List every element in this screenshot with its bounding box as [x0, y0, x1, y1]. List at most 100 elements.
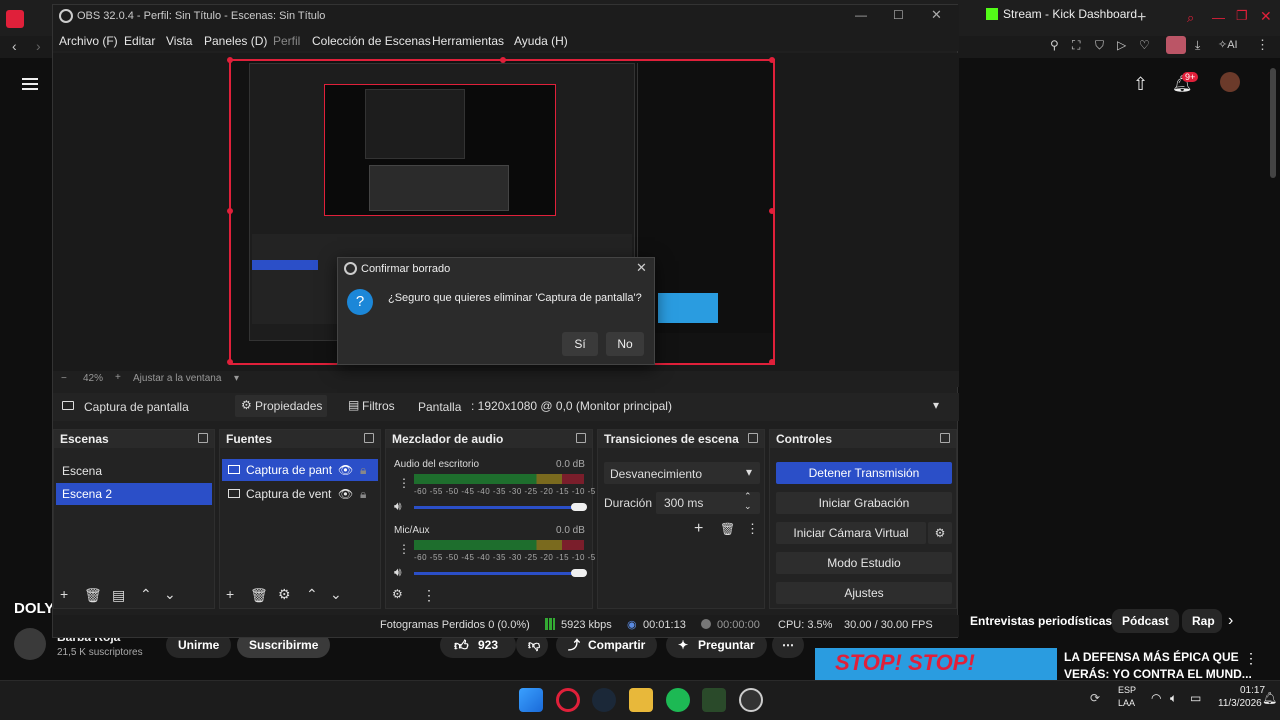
filter-icon[interactable]: ▤ — [112, 587, 125, 604]
lock-icon[interactable]: 🔒︎ — [360, 459, 366, 481]
play-icon[interactable]: ▷ — [1117, 38, 1126, 52]
spotify-icon[interactable] — [666, 688, 690, 712]
stop-streaming-button[interactable]: Detener Transmisión — [776, 462, 952, 484]
start-recording-button[interactable]: Iniciar Grabación — [776, 492, 952, 514]
close-icon[interactable]: ✕ — [931, 7, 942, 23]
channel-menu-icon[interactable]: ⋮ — [398, 542, 410, 556]
shield-icon[interactable]: ⛉ — [1095, 38, 1104, 53]
dock-float-icon[interactable] — [576, 433, 586, 443]
input-language[interactable]: ESP — [1118, 685, 1136, 695]
maximize-icon[interactable]: ☐ — [893, 8, 904, 22]
add-icon[interactable]: + — [226, 586, 234, 602]
clock-date[interactable]: 11/3/2026 — [1218, 698, 1262, 709]
avatar[interactable] — [1166, 36, 1186, 54]
cloud-sync-icon[interactable]: ⟳ — [1090, 691, 1100, 705]
chip-podcast[interactable]: Pódcast — [1112, 609, 1179, 633]
source-item[interactable]: Captura de panta 👁︎ 🔒︎ — [222, 459, 378, 481]
menu-docks[interactable]: Paneles (D) — [204, 34, 267, 48]
obs-titlebar[interactable]: OBS 32.0.4 - Perfil: Sin Título - Escena… — [53, 5, 959, 29]
search-icon[interactable]: ⌕ — [1187, 10, 1194, 26]
minimize-icon[interactable]: — — [1212, 10, 1225, 25]
menu-help[interactable]: Ayuda (H) — [514, 34, 568, 48]
add-icon[interactable]: + — [694, 520, 703, 538]
resize-handle[interactable] — [227, 359, 233, 365]
rec-title-line2[interactable]: VERÁS: YO CONTRA EL MUND... — [1064, 667, 1252, 681]
forward-icon[interactable]: › — [36, 38, 41, 54]
advanced-audio-icon[interactable]: ⚙ — [392, 587, 403, 601]
notifications-icon[interactable]: 🔔︎ — [1262, 691, 1277, 705]
browser-tab-left[interactable] — [0, 8, 52, 32]
back-icon[interactable]: ‹ — [12, 38, 17, 54]
settings-button[interactable]: Ajustes — [776, 582, 952, 604]
move-down-icon[interactable]: ⌄ — [164, 586, 176, 603]
fit-window-label[interactable]: Ajustar a la ventana — [133, 373, 221, 384]
rec-title-line1[interactable]: LA DEFENSA MÁS ÉPICA QUE — [1064, 650, 1239, 664]
restore-icon[interactable]: ❐ — [1236, 8, 1248, 24]
zoom-in-icon[interactable]: + — [115, 372, 121, 383]
add-icon[interactable]: + — [60, 586, 68, 602]
gear-icon[interactable]: ⚙ — [278, 586, 291, 603]
hamburger-menu-icon[interactable] — [22, 78, 38, 80]
windows-start-icon[interactable] — [519, 688, 543, 712]
zoom-out-icon[interactable]: − — [61, 373, 67, 384]
studio-mode-button[interactable]: Modo Estudio — [776, 552, 952, 574]
dock-float-icon[interactable] — [940, 433, 950, 443]
virtual-camera-settings-button[interactable]: ⚙ — [928, 522, 952, 544]
menu-tools[interactable]: Herramientas — [432, 34, 504, 48]
screenshot-icon[interactable]: ⛶ — [1072, 38, 1080, 53]
close-icon[interactable]: ✕ — [636, 260, 647, 276]
app-icon[interactable] — [702, 688, 726, 712]
scene-item[interactable]: Escena 2 — [56, 483, 212, 505]
properties-button[interactable]: ⚙ Propiedades — [235, 395, 327, 417]
volume-icon[interactable]: 🔈︎ — [1170, 691, 1177, 706]
menu-edit[interactable]: Editar — [124, 34, 155, 48]
menu-profile[interactable]: Perfil — [273, 34, 300, 48]
dock-float-icon[interactable] — [364, 433, 374, 443]
volume-slider[interactable] — [414, 506, 582, 509]
resize-handle[interactable] — [500, 57, 506, 63]
input-region[interactable]: LAA — [1118, 698, 1135, 708]
kick-tab[interactable]: Stream - Kick Dashboard — [958, 6, 1137, 32]
volume-slider-knob[interactable] — [571, 569, 587, 577]
channel-avatar[interactable] — [14, 628, 46, 660]
duration-spinbox[interactable]: 300 ms ⌃ ⌄ — [656, 491, 760, 514]
dock-float-icon[interactable] — [198, 433, 208, 443]
volume-slider-knob[interactable] — [571, 503, 587, 511]
transition-select[interactable]: Desvanecimiento ▾ — [604, 462, 760, 484]
opera-icon[interactable] — [556, 688, 580, 712]
steam-icon[interactable] — [592, 688, 616, 712]
start-virtual-camera-button[interactable]: Iniciar Cámara Virtual — [776, 522, 926, 544]
resize-handle[interactable] — [769, 208, 775, 214]
trash-icon[interactable]: 🗑︎ — [250, 587, 268, 604]
trash-icon[interactable]: 🗑︎ — [720, 522, 735, 536]
menu-file[interactable]: Archivo (F) — [59, 34, 118, 48]
source-item[interactable]: Captura de venta 👁︎ 🔒︎ — [222, 483, 378, 505]
scene-item[interactable]: Escena — [56, 460, 212, 482]
obs-taskbar-icon[interactable] — [739, 688, 763, 712]
eye-icon[interactable]: 👁︎ — [338, 483, 353, 505]
chip-interviews[interactable]: Entrevistas periodísticas — [960, 609, 1122, 633]
file-explorer-icon[interactable] — [629, 688, 653, 712]
chip-rap[interactable]: Rap — [1182, 609, 1222, 633]
eye-icon[interactable]: 👁︎ — [338, 459, 353, 481]
lock-icon[interactable]: 🔒︎ — [360, 483, 366, 505]
channel-menu-icon[interactable]: ⋮ — [398, 476, 410, 490]
menu-dots-icon[interactable]: ⋮ — [1256, 37, 1269, 53]
battery-icon[interactable]: ▭ — [1190, 691, 1201, 705]
trash-icon[interactable]: 🗑︎ — [84, 587, 102, 604]
menu-scene-collection[interactable]: Colección de Escenas — [312, 34, 431, 48]
menu-view[interactable]: Vista — [166, 34, 192, 48]
rec-menu-icon[interactable]: ⋮ — [1244, 650, 1258, 667]
profile-avatar[interactable] — [1220, 72, 1240, 92]
ai-icon[interactable]: ✧AI — [1218, 38, 1238, 51]
speaker-icon[interactable]: 🔊︎ — [394, 499, 402, 514]
menu-dots-icon[interactable]: ⋮ — [746, 521, 759, 537]
scrollbar[interactable] — [1270, 68, 1276, 178]
chevron-right-icon[interactable]: › — [1228, 612, 1233, 630]
resize-handle[interactable] — [227, 208, 233, 214]
heart-icon[interactable]: ♡ — [1139, 38, 1150, 52]
dock-float-icon[interactable] — [748, 433, 758, 443]
display-select[interactable]: : 1920x1080 @ 0,0 (Monitor principal) ▾ — [467, 395, 951, 417]
move-up-icon[interactable]: ⌃ — [306, 586, 318, 603]
spin-down-icon[interactable]: ⌄ — [744, 501, 752, 512]
